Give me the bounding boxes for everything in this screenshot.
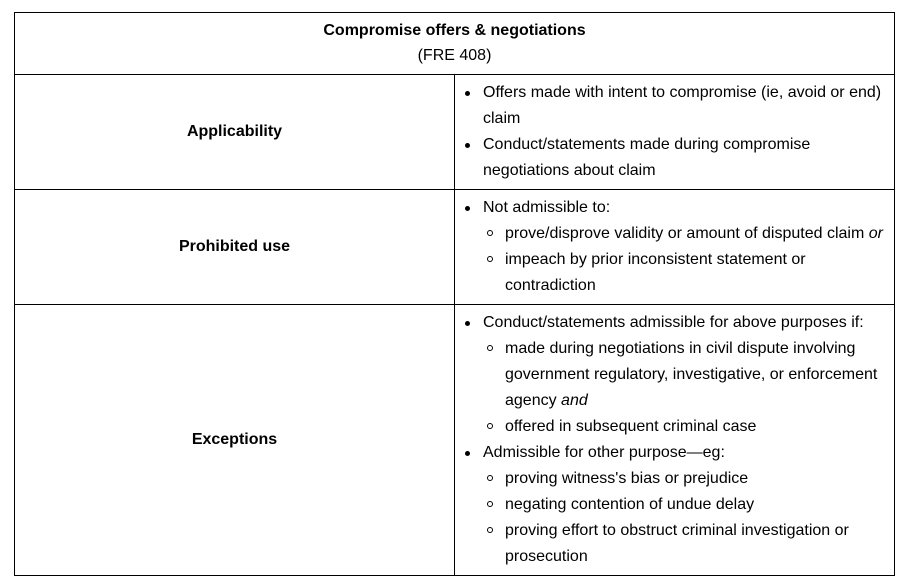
sublist-item-text: offered in subsequent criminal case — [505, 418, 757, 435]
sublist-item-text: prove/disprove validity or amount of dis… — [505, 225, 869, 242]
exceptions-list: Conduct/statements admissible for above … — [465, 310, 886, 570]
sublist-item: negating contention of undue delay — [483, 492, 886, 518]
table-header-cell: Compromise offers & negotiations (FRE 40… — [14, 12, 895, 75]
sublist-item: offered in subsequent criminal case — [483, 414, 886, 440]
sublist-item-text: proving witness's bias or prejudice — [505, 470, 749, 487]
list-item-text: Conduct/statements made during compromis… — [483, 136, 811, 179]
bullet-circle-icon — [487, 423, 493, 429]
list-item: Admissible for other purpose—eg: proving… — [465, 440, 886, 570]
sublist-item-text: impeach by prior inconsistent statement … — [505, 251, 806, 294]
list-item-text: Conduct/statements admissible for above … — [483, 314, 864, 331]
sublist-item: prove/disprove validity or amount of dis… — [483, 221, 886, 247]
row-label-prohibited-use: Prohibited use — [14, 189, 455, 305]
fre-408-table-container: Compromise offers & negotiations (FRE 40… — [14, 12, 895, 576]
row-content-exceptions: Conduct/statements admissible for above … — [454, 304, 895, 576]
row-label-applicability: Applicability — [14, 74, 455, 190]
row-label-exceptions: Exceptions — [14, 304, 455, 576]
sublist-item-text: negating contention of undue delay — [505, 496, 755, 513]
bullet-circle-icon — [487, 501, 493, 507]
sublist-item-emphasis: and — [561, 392, 588, 409]
bullet-circle-icon — [487, 475, 493, 481]
bullet-circle-icon — [487, 527, 493, 533]
table-title: Compromise offers & negotiations — [323, 22, 586, 39]
bullet-disc-icon — [465, 91, 470, 96]
sublist-item-emphasis: or — [868, 225, 883, 242]
list-item-text: Not admissible to: — [483, 199, 611, 216]
list-item: Conduct/statements admissible for above … — [465, 310, 886, 440]
bullet-circle-icon — [487, 230, 493, 236]
sublist-item: impeach by prior inconsistent statement … — [483, 247, 886, 299]
sublist-item-text: proving effort to obstruct criminal inve… — [505, 522, 849, 565]
list-item-text: Admissible for other purpose—eg: — [483, 444, 725, 461]
row-content-applicability: Offers made with intent to compromise (i… — [454, 74, 895, 190]
list-item: Not admissible to: prove/disprove validi… — [465, 195, 886, 299]
list-item-text: Offers made with intent to compromise (i… — [483, 84, 882, 127]
table-row-exceptions: Exceptions Conduct/statements admissible… — [14, 304, 895, 576]
bullet-disc-icon — [465, 143, 470, 148]
table-subtitle: (FRE 408) — [417, 47, 492, 64]
prohibited-use-list: Not admissible to: prove/disprove validi… — [465, 195, 886, 299]
bullet-circle-icon — [487, 345, 493, 351]
exceptions-sublist-2: proving witness's bias or prejudice nega… — [483, 466, 886, 570]
table-row-applicability: Applicability Offers made with intent to… — [14, 74, 895, 190]
table-header-row: Compromise offers & negotiations (FRE 40… — [14, 12, 895, 75]
sublist-item: proving effort to obstruct criminal inve… — [483, 518, 886, 570]
row-content-prohibited-use: Not admissible to: prove/disprove validi… — [454, 189, 895, 305]
list-item: Offers made with intent to compromise (i… — [465, 80, 886, 132]
table-row-prohibited-use: Prohibited use Not admissible to: prove/… — [14, 189, 895, 305]
sublist-item: proving witness's bias or prejudice — [483, 466, 886, 492]
sublist-item: made during negotiations in civil disput… — [483, 336, 886, 414]
list-item: Conduct/statements made during compromis… — [465, 132, 886, 184]
bullet-circle-icon — [487, 256, 493, 262]
applicability-list: Offers made with intent to compromise (i… — [465, 80, 886, 184]
fre-408-summary-table: Compromise offers & negotiations (FRE 40… — [14, 12, 895, 576]
exceptions-sublist-1: made during negotiations in civil disput… — [483, 336, 886, 440]
bullet-disc-icon — [465, 321, 470, 326]
bullet-disc-icon — [465, 206, 470, 211]
prohibited-use-sublist: prove/disprove validity or amount of dis… — [483, 221, 886, 299]
